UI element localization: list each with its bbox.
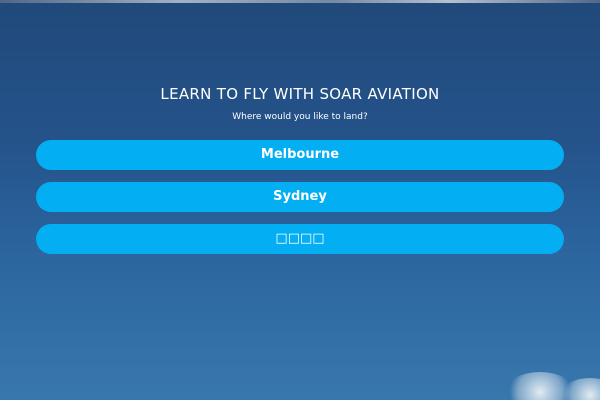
location-button-label: Sydney [273, 189, 327, 204]
location-button-sydney[interactable]: Sydney [36, 182, 564, 212]
location-button-label: Melbourne [260, 147, 340, 162]
location-button-label: □□□□ [275, 231, 325, 246]
location-button-melbourne[interactable]: Melbourne [36, 140, 564, 170]
page-title: LEARN TO FLY WITH SOAR AVIATION [160, 85, 440, 103]
location-button-third[interactable]: □□□□ [36, 224, 564, 254]
top-edge-strip [0, 0, 600, 3]
page-subtitle: Where would you like to land? [232, 112, 368, 122]
